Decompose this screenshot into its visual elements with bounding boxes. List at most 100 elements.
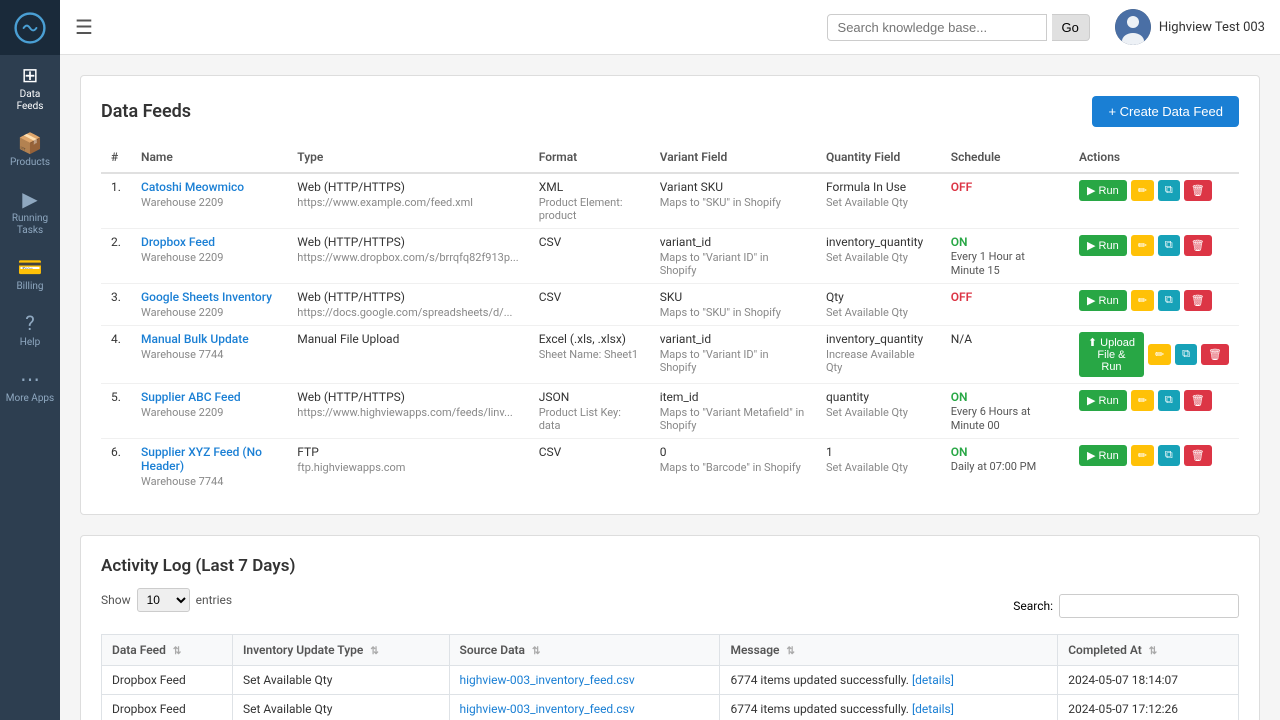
log-source: highview-003_inventory_feed.csv (449, 695, 720, 720)
run-button[interactable]: ▶ Run (1079, 445, 1127, 466)
log-source-link[interactable]: highview-003_inventory_feed.csv (460, 673, 635, 687)
feed-schedule-cell: N/A (941, 326, 1069, 384)
log-details-link[interactable]: [details] (912, 702, 954, 716)
feed-num: 4. (101, 326, 131, 384)
feed-name-link[interactable]: Supplier XYZ Feed (No Header) (141, 445, 277, 473)
feed-type: Manual File Upload (297, 332, 518, 346)
feed-quantity-field: inventory_quantity (826, 235, 931, 249)
sidebar-item-products[interactable]: 📦 Products (0, 123, 60, 179)
table-row: 2. Dropbox Feed Warehouse 2209 Web (HTTP… (101, 229, 1239, 284)
edit-button[interactable]: ✏ (1131, 290, 1154, 311)
log-feed: Dropbox Feed (102, 666, 233, 695)
log-details-link[interactable]: [details] (912, 673, 954, 687)
schedule-detail: Every 6 Hours at Minute 00 (951, 405, 1031, 432)
feed-quantity-sub: Set Available Qty (826, 251, 931, 264)
delete-button[interactable]: 🗑 (1184, 445, 1212, 466)
feed-quantity-field: 1 (826, 445, 931, 459)
sidebar-item-help[interactable]: ? Help (0, 303, 60, 359)
feed-url: ftp.highviewapps.com (297, 461, 518, 474)
feed-type-cell: Web (HTTP/HTTPS) https://www.example.com… (287, 173, 528, 229)
log-controls: Show 10 25 50 100 entries Search: (101, 588, 1239, 624)
col-num: # (101, 142, 131, 173)
edit-button[interactable]: ✏ (1131, 390, 1154, 411)
copy-button[interactable]: ⧉ (1158, 235, 1180, 256)
feed-format: JSON (539, 390, 640, 404)
search-input[interactable] (827, 14, 1047, 41)
run-button[interactable]: ▶ Run (1079, 390, 1127, 411)
sidebar-item-running-tasks[interactable]: ▶ Running Tasks (0, 179, 60, 247)
delete-button[interactable]: 🗑 (1184, 235, 1212, 256)
feed-url: https://docs.google.com/spreadsheets/d/.… (297, 306, 518, 319)
search-bar: Go (827, 14, 1090, 41)
feed-variant-field: Variant SKU (660, 180, 806, 194)
feed-schedule-cell: ONEvery 1 Hour at Minute 15 (941, 229, 1069, 284)
data-feeds-table: # Name Type Format Variant Field Quantit… (101, 142, 1239, 494)
feed-variant-cell: item_id Maps to "Variant Metafield" in S… (650, 384, 816, 439)
log-source-link[interactable]: highview-003_inventory_feed.csv (460, 702, 635, 716)
feed-schedule-cell: OFF (941, 284, 1069, 326)
copy-button[interactable]: ⧉ (1158, 390, 1180, 411)
products-icon: 📦 (18, 133, 43, 153)
table-row: 1. Catoshi Meowmico Warehouse 2209 Web (… (101, 173, 1239, 229)
edit-button[interactable]: ✏ (1131, 180, 1154, 201)
edit-button[interactable]: ✏ (1148, 344, 1171, 365)
hamburger-menu[interactable]: ☰ (75, 15, 93, 39)
run-button[interactable]: ▶ Run (1079, 290, 1127, 311)
show-entries: Show 10 25 50 100 entries (101, 588, 232, 612)
schedule-status: ON (951, 235, 968, 249)
edit-button[interactable]: ✏ (1131, 235, 1154, 256)
delete-button[interactable]: 🗑 (1184, 390, 1212, 411)
feed-actions-cell: ▶ Run ✏ ⧉ 🗑 (1069, 229, 1239, 284)
edit-button[interactable]: ✏ (1131, 445, 1154, 466)
run-button[interactable]: ▶ Run (1079, 235, 1127, 256)
copy-button[interactable]: ⧉ (1175, 344, 1197, 365)
feed-type-cell: Web (HTTP/HTTPS) https://www.dropbox.com… (287, 229, 528, 284)
col-actions: Actions (1069, 142, 1239, 173)
run-button[interactable]: ▶ Run (1079, 180, 1127, 201)
feed-warehouse: Warehouse 2209 (141, 306, 277, 319)
feed-variant-sub: Maps to "Variant Metafield" in Shopify (660, 406, 806, 432)
feed-format-sub: Product Element: product (539, 196, 640, 222)
copy-button[interactable]: ⧉ (1158, 290, 1180, 311)
feed-type: Web (HTTP/HTTPS) (297, 180, 518, 194)
feed-format-cell: JSON Product List Key: data (529, 384, 650, 439)
running-tasks-icon: ▶ (22, 189, 37, 209)
copy-button[interactable]: ⧉ (1158, 445, 1180, 466)
copy-button[interactable]: ⧉ (1158, 180, 1180, 201)
entries-select[interactable]: 10 25 50 100 (137, 588, 190, 612)
feed-name-link[interactable]: Google Sheets Inventory (141, 290, 277, 304)
feed-name-link[interactable]: Catoshi Meowmico (141, 180, 277, 194)
create-data-feed-button[interactable]: + Create Data Feed (1092, 96, 1239, 127)
delete-button[interactable]: 🗑 (1184, 290, 1212, 311)
feed-num: 1. (101, 173, 131, 229)
sidebar-item-more-apps[interactable]: ⋯ More Apps (0, 359, 60, 415)
sidebar-item-billing[interactable]: 💳 Billing (0, 247, 60, 303)
feed-name-link[interactable]: Dropbox Feed (141, 235, 277, 249)
feed-variant-field: 0 (660, 445, 806, 459)
log-search-input[interactable] (1059, 594, 1239, 618)
feed-num: 6. (101, 439, 131, 495)
upload-run-button[interactable]: ⬆ Upload File & Run (1079, 332, 1144, 377)
col-quantity: Quantity Field (816, 142, 941, 173)
activity-log-header: Activity Log (Last 7 Days) (101, 556, 1239, 576)
schedule-status: N/A (951, 332, 972, 346)
sidebar-item-data-feeds[interactable]: ⊞ Data Feeds (0, 55, 60, 123)
log-col-update-type: Inventory Update Type ⇅ (232, 635, 449, 666)
delete-button[interactable]: 🗑 (1184, 180, 1212, 201)
feed-variant-sub: Maps to "Barcode" in Shopify (660, 461, 806, 474)
feed-quantity-sub: Set Available Qty (826, 196, 931, 209)
schedule-detail: Every 1 Hour at Minute 15 (951, 250, 1025, 277)
search-button[interactable]: Go (1052, 14, 1090, 41)
feed-name-link[interactable]: Supplier ABC Feed (141, 390, 277, 404)
feed-warehouse: Warehouse 2209 (141, 251, 277, 264)
feed-quantity-cell: inventory_quantity Increase Available Qt… (816, 326, 941, 384)
feed-quantity-field: quantity (826, 390, 931, 404)
feed-format-cell: CSV (529, 284, 650, 326)
feed-actions-cell: ▶ Run ✏ ⧉ 🗑 (1069, 284, 1239, 326)
app-logo[interactable] (0, 0, 60, 55)
feed-url: https://www.example.com/feed.xml (297, 196, 518, 209)
billing-icon: 💳 (18, 257, 43, 277)
feed-name-link[interactable]: Manual Bulk Update (141, 332, 277, 346)
help-icon: ? (25, 313, 34, 333)
delete-button[interactable]: 🗑 (1201, 344, 1229, 365)
